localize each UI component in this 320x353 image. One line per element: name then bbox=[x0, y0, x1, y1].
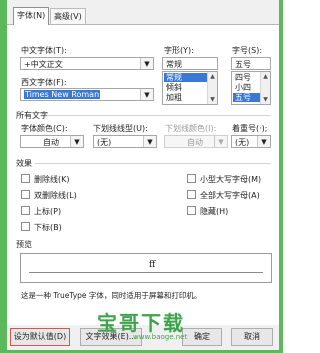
small-caps-checkbox[interactable] bbox=[187, 174, 196, 183]
chevron-down-icon[interactable]: ▼ bbox=[257, 136, 270, 147]
chevron-down-icon[interactable]: ▼ bbox=[70, 136, 83, 147]
font-tab-content: 中文字体(T): +中文正文 ▼ 字形(Y): 常规 常规 倾斜 加粗 ▲ ▼ … bbox=[7, 25, 279, 325]
style-value: 常规 bbox=[166, 60, 182, 69]
list-item[interactable]: 五号 bbox=[233, 93, 261, 102]
emphasis-value: (无) bbox=[235, 138, 250, 147]
size-value: 五号 bbox=[235, 60, 251, 69]
list-item[interactable]: 小四 bbox=[233, 83, 251, 92]
superscript-label: 上标(P) bbox=[34, 207, 62, 216]
scroll-down-icon[interactable]: ▼ bbox=[208, 95, 217, 104]
hidden-label: 隐藏(H) bbox=[200, 207, 229, 216]
chinese-font-label: 中文字体(T): bbox=[21, 46, 67, 55]
emphasis-select[interactable]: (无) ▼ bbox=[231, 135, 271, 148]
list-item[interactable]: 常规 bbox=[164, 73, 208, 82]
preview-baseline bbox=[29, 272, 263, 273]
underline-color-value: 自动 bbox=[187, 138, 203, 147]
scroll-down-icon[interactable]: ▼ bbox=[261, 95, 270, 104]
font-dialog: 字体(N) 高级(V) 中文字体(T): +中文正文 ▼ 字形(Y): 常规 常… bbox=[7, 0, 279, 350]
preview-heading: 预览 bbox=[16, 240, 32, 249]
effects-heading: 效果 bbox=[16, 159, 32, 168]
list-item[interactable]: 加粗 bbox=[164, 93, 182, 102]
western-font-label: 西文字体(F): bbox=[21, 78, 67, 87]
preview-note: 这是一种 TrueType 字体，同时适用于屏幕和打印机。 bbox=[21, 291, 202, 300]
underline-type-select[interactable]: (无) ▼ bbox=[93, 135, 157, 148]
all-text-heading: 所有文字 bbox=[16, 111, 48, 120]
watermark-url: www.baoge.net bbox=[133, 333, 188, 341]
ok-button[interactable]: 确定 bbox=[182, 328, 222, 346]
style-list[interactable]: 常规 倾斜 加粗 ▲ ▼ bbox=[162, 71, 218, 105]
underline-color-label: 下划线颜色(I): bbox=[165, 124, 217, 133]
size-input[interactable]: 五号 bbox=[231, 57, 271, 70]
emphasis-label: 着重号(·); bbox=[232, 124, 268, 133]
size-label: 字号(S): bbox=[232, 46, 263, 55]
cancel-button[interactable]: 取消 bbox=[231, 328, 273, 346]
hidden-checkbox[interactable] bbox=[187, 206, 196, 215]
small-caps-label: 小型大写字母(M) bbox=[200, 175, 262, 184]
chevron-down-icon[interactable]: ▼ bbox=[140, 58, 153, 69]
strikethrough-checkbox[interactable] bbox=[21, 174, 30, 183]
scroll-up-icon[interactable]: ▲ bbox=[208, 72, 217, 81]
western-font-value: Times New Roman bbox=[24, 90, 101, 99]
tab-font[interactable]: 字体(N) bbox=[13, 7, 50, 25]
style-label: 字形(Y): bbox=[164, 46, 194, 55]
double-strikethrough-checkbox[interactable] bbox=[21, 190, 30, 199]
underline-type-value: (无) bbox=[97, 138, 112, 147]
size-scrollbar[interactable]: ▲ ▼ bbox=[260, 72, 270, 104]
subscript-checkbox[interactable] bbox=[21, 222, 30, 231]
chevron-down-icon[interactable]: ▼ bbox=[140, 89, 153, 100]
all-caps-checkbox[interactable] bbox=[187, 190, 196, 199]
western-font-select[interactable]: Times New Roman ▼ bbox=[20, 88, 154, 101]
set-default-button[interactable]: 设为默认值(D) bbox=[10, 328, 70, 346]
font-color-label: 字体颜色(C): bbox=[21, 124, 68, 133]
double-strikethrough-label: 双删除线(L) bbox=[34, 191, 77, 200]
all-caps-label: 全部大写字母(A) bbox=[200, 191, 260, 200]
style-input[interactable]: 常规 bbox=[162, 57, 218, 70]
divider bbox=[35, 163, 271, 164]
preview-sample: ff bbox=[145, 260, 160, 270]
list-item[interactable]: 倾斜 bbox=[164, 83, 182, 92]
underline-type-label: 下划线线型(U): bbox=[93, 124, 148, 133]
tab-bar: 字体(N) 高级(V) bbox=[7, 0, 279, 25]
subscript-label: 下标(B) bbox=[34, 223, 62, 232]
watermark-brand: 宝哥下载 bbox=[97, 311, 185, 335]
divider bbox=[47, 115, 271, 116]
chevron-down-icon[interactable]: ▼ bbox=[143, 136, 156, 147]
tab-advanced[interactable]: 高级(V) bbox=[50, 8, 86, 24]
font-color-value: 自动 bbox=[43, 138, 59, 147]
superscript-checkbox[interactable] bbox=[21, 206, 30, 215]
scroll-up-icon[interactable]: ▲ bbox=[261, 72, 270, 81]
chinese-font-value: +中文正文 bbox=[24, 60, 63, 69]
font-color-select[interactable]: 自动 ▼ bbox=[20, 135, 84, 148]
strikethrough-label: 删除线(K) bbox=[34, 175, 70, 184]
preview-box: ff bbox=[20, 253, 272, 283]
underline-color-select: 自动 ▼ bbox=[164, 135, 228, 148]
size-list[interactable]: 四号 小四 五号 ▲ ▼ bbox=[231, 71, 271, 105]
style-scrollbar[interactable]: ▲ ▼ bbox=[207, 72, 217, 104]
chevron-down-icon: ▼ bbox=[214, 136, 227, 147]
chinese-font-select[interactable]: +中文正文 ▼ bbox=[20, 57, 154, 70]
list-item[interactable]: 四号 bbox=[233, 73, 251, 82]
